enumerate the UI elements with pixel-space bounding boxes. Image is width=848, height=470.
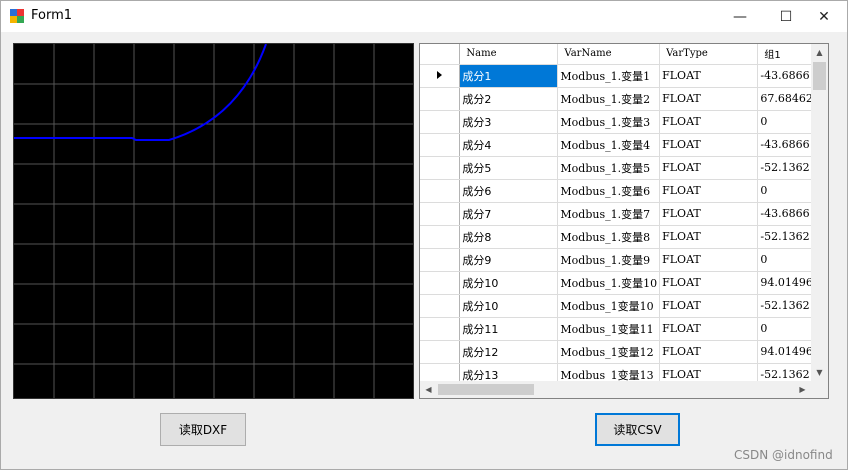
plot-svg bbox=[14, 43, 413, 398]
cell-vartype[interactable]: FLOAT bbox=[659, 156, 759, 180]
cell-vartype[interactable]: FLOAT bbox=[659, 225, 759, 249]
row-header[interactable] bbox=[420, 156, 461, 180]
grid-header-row: Name VarName VarType 组1 bbox=[420, 44, 828, 65]
row-header[interactable] bbox=[420, 225, 461, 249]
row-header[interactable] bbox=[420, 294, 461, 318]
close-icon: ✕ bbox=[818, 8, 830, 25]
cell-name[interactable]: 成分2 bbox=[459, 87, 559, 111]
table-row[interactable]: 成分5 Modbus_1.变量5 FLOAT -52.1362 bbox=[420, 156, 828, 180]
cell-name[interactable]: 成分9 bbox=[459, 248, 559, 272]
cell-vartype[interactable]: FLOAT bbox=[659, 179, 759, 203]
scroll-down-icon[interactable]: ▼ bbox=[811, 364, 828, 381]
read-csv-button[interactable]: 读取CSV bbox=[595, 413, 680, 446]
vertical-scrollbar[interactable]: ▲ ▼ bbox=[811, 44, 828, 381]
cell-vartype[interactable]: FLOAT bbox=[659, 248, 759, 272]
row-header[interactable] bbox=[420, 87, 461, 111]
cell-name[interactable]: 成分5 bbox=[459, 156, 559, 180]
minimize-button[interactable]: — bbox=[717, 1, 763, 32]
scrollbar-corner bbox=[811, 381, 828, 398]
window-title: Form1 bbox=[31, 8, 73, 23]
cell-name[interactable]: 成分12 bbox=[459, 340, 559, 364]
table-row[interactable]: 成分10 Modbus_1变量10 FLOAT -52.1362 bbox=[420, 294, 828, 318]
cell-varname[interactable]: Modbus_1.变量6 bbox=[557, 179, 661, 203]
table-row[interactable]: 成分9 Modbus_1.变量9 FLOAT 0 bbox=[420, 248, 828, 272]
row-header[interactable] bbox=[420, 248, 461, 272]
close-button[interactable]: ✕ bbox=[801, 1, 847, 32]
data-grid-table: Name VarName VarType 组1 成分1 Modbus_1.变量1 F… bbox=[420, 44, 828, 387]
vertical-scroll-thumb[interactable] bbox=[813, 62, 826, 90]
cell-varname[interactable]: Modbus_1.变量2 bbox=[557, 87, 661, 111]
cell-varname[interactable]: Modbus_1.变量8 bbox=[557, 225, 661, 249]
cell-varname[interactable]: Modbus_1.变量4 bbox=[557, 133, 661, 157]
table-row[interactable]: 成分3 Modbus_1.变量3 FLOAT 0 bbox=[420, 110, 828, 134]
cell-vartype[interactable]: FLOAT bbox=[659, 317, 759, 341]
table-row[interactable]: 成分8 Modbus_1.变量8 FLOAT -52.1362 bbox=[420, 225, 828, 249]
row-header[interactable] bbox=[420, 317, 461, 341]
minimize-icon: — bbox=[733, 8, 747, 25]
dxf-curve-path bbox=[14, 43, 267, 141]
cell-varname[interactable]: Modbus_1.变量7 bbox=[557, 202, 661, 226]
table-row[interactable]: 成分12 Modbus_1变量12 FLOAT 94.01496 bbox=[420, 340, 828, 364]
title-bar[interactable]: Form1 — ☐ ✕ bbox=[1, 1, 847, 32]
cell-vartype[interactable]: FLOAT bbox=[659, 294, 759, 318]
column-header-varname[interactable]: VarName bbox=[557, 44, 661, 65]
cell-name[interactable]: 成分4 bbox=[459, 133, 559, 157]
cell-name[interactable]: 成分6 bbox=[459, 179, 559, 203]
cell-vartype[interactable]: FLOAT bbox=[659, 87, 759, 111]
scroll-right-icon[interactable]: ▶ bbox=[794, 381, 811, 398]
cell-name[interactable]: 成分11 bbox=[459, 317, 559, 341]
main-window: Form1 — ☐ ✕ Name VarName VarType 组1 成分1 … bbox=[0, 0, 848, 470]
scroll-left-icon[interactable]: ◀ bbox=[420, 381, 437, 398]
cell-name[interactable]: 成分8 bbox=[459, 225, 559, 249]
data-grid-view[interactable]: Name VarName VarType 组1 成分1 Modbus_1.变量1 F… bbox=[419, 43, 829, 399]
row-header[interactable] bbox=[420, 110, 461, 134]
table-row[interactable]: 成分6 Modbus_1.变量6 FLOAT 0 bbox=[420, 179, 828, 203]
row-header[interactable] bbox=[420, 133, 461, 157]
dxf-plot-canvas[interactable] bbox=[13, 43, 414, 399]
column-header-vartype[interactable]: VarType bbox=[659, 44, 759, 65]
cell-vartype[interactable]: FLOAT bbox=[659, 202, 759, 226]
table-row[interactable]: 成分2 Modbus_1.变量2 FLOAT 67.68462 bbox=[420, 87, 828, 111]
table-row[interactable]: 成分4 Modbus_1.变量4 FLOAT -43.6866 bbox=[420, 133, 828, 157]
table-row[interactable]: 成分10 Modbus_1.变量10 FLOAT 94.01496 bbox=[420, 271, 828, 295]
cell-varname[interactable]: Modbus_1变量12 bbox=[557, 340, 661, 364]
cell-vartype[interactable]: FLOAT bbox=[659, 133, 759, 157]
cell-name[interactable]: 成分1 bbox=[459, 64, 559, 88]
row-header[interactable] bbox=[420, 64, 461, 88]
scroll-up-icon[interactable]: ▲ bbox=[811, 44, 828, 61]
cell-name[interactable]: 成分10 bbox=[459, 294, 559, 318]
cell-varname[interactable]: Modbus_1.变量3 bbox=[557, 110, 661, 134]
cell-name[interactable]: 成分3 bbox=[459, 110, 559, 134]
horizontal-scroll-thumb[interactable] bbox=[438, 384, 534, 395]
cell-varname[interactable]: Modbus_1.变量10 bbox=[557, 271, 661, 295]
row-header[interactable] bbox=[420, 271, 461, 295]
cell-vartype[interactable]: FLOAT bbox=[659, 110, 759, 134]
cell-vartype[interactable]: FLOAT bbox=[659, 271, 759, 295]
read-dxf-button[interactable]: 读取DXF bbox=[160, 413, 246, 446]
cell-name[interactable]: 成分7 bbox=[459, 202, 559, 226]
maximize-icon: ☐ bbox=[779, 8, 793, 25]
table-row[interactable]: 成分1 Modbus_1.变量1 FLOAT -43.6866 bbox=[420, 64, 828, 88]
cell-varname[interactable]: Modbus_1.变量1 bbox=[557, 64, 661, 88]
cell-vartype[interactable]: FLOAT bbox=[659, 340, 759, 364]
cell-varname[interactable]: Modbus_1变量10 bbox=[557, 294, 661, 318]
cell-varname[interactable]: Modbus_1变量11 bbox=[557, 317, 661, 341]
current-row-arrow-icon bbox=[437, 71, 443, 79]
row-header[interactable] bbox=[420, 340, 461, 364]
row-header[interactable] bbox=[420, 179, 461, 203]
cell-varname[interactable]: Modbus_1.变量9 bbox=[557, 248, 661, 272]
app-icon bbox=[10, 9, 24, 23]
cell-varname[interactable]: Modbus_1.变量5 bbox=[557, 156, 661, 180]
watermark-text: CSDN @idnofind bbox=[734, 448, 833, 462]
table-row[interactable]: 成分11 Modbus_1变量11 FLOAT 0 bbox=[420, 317, 828, 341]
cell-name[interactable]: 成分10 bbox=[459, 271, 559, 295]
table-row[interactable]: 成分7 Modbus_1.变量7 FLOAT -43.6866 bbox=[420, 202, 828, 226]
grid-corner-header[interactable] bbox=[420, 44, 461, 65]
row-header[interactable] bbox=[420, 202, 461, 226]
cell-vartype[interactable]: FLOAT bbox=[659, 64, 759, 88]
column-header-name[interactable]: Name bbox=[459, 44, 559, 65]
horizontal-scrollbar[interactable]: ◀ ▶ bbox=[420, 381, 811, 398]
